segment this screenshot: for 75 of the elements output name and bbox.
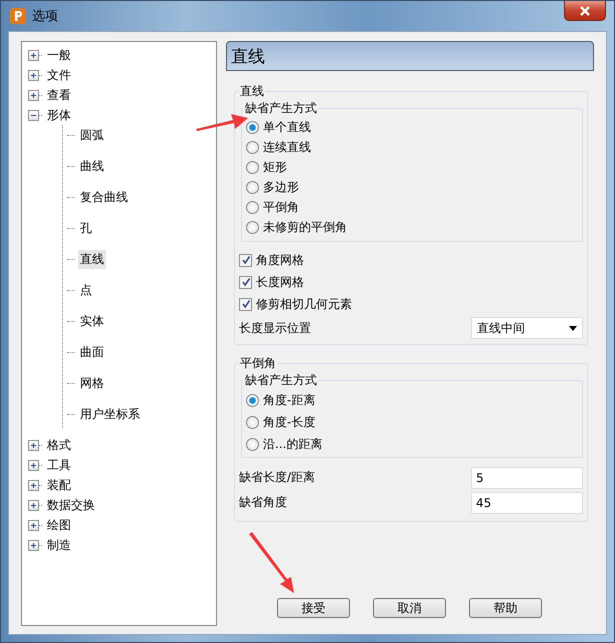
expand-icon[interactable] [28, 540, 39, 550]
expand-icon[interactable] [28, 70, 39, 80]
expand-icon[interactable] [28, 460, 39, 470]
tree-item[interactable]: 网格 [78, 374, 106, 392]
dialog-button[interactable]: 取消 [373, 598, 446, 618]
input-field[interactable]: 45 [471, 492, 583, 514]
radio-label: 连续直线 [263, 138, 311, 156]
group-title: 缺省产生方式 [244, 100, 318, 117]
tree-item[interactable]: 复合曲线 [78, 188, 130, 206]
checkbox[interactable] [239, 276, 252, 288]
expand-icon[interactable] [28, 50, 39, 60]
checkbox[interactable] [239, 254, 252, 266]
tree-item[interactable]: 格式 [45, 436, 73, 454]
tree-item[interactable]: 实体 [78, 312, 106, 330]
radio-label: 未修剪的平倒角 [263, 218, 347, 236]
annotation-arrow [196, 114, 248, 131]
field-label: 长度显示位置 [239, 320, 311, 336]
expand-icon[interactable] [28, 480, 39, 490]
radio-label: 沿...的距离 [263, 436, 322, 452]
tree-item[interactable]: 形体 [45, 106, 73, 124]
dialog-button[interactable]: 帮助 [469, 598, 542, 618]
close-button[interactable] [564, 1, 606, 21]
tree-item[interactable]: 曲面 [78, 342, 106, 362]
app-logo-icon [10, 8, 26, 24]
expand-icon[interactable] [28, 520, 39, 530]
group-title: 缺省产生方式 [244, 372, 318, 389]
panel-title: 直线 [231, 46, 265, 68]
radio-label: 角度-长度 [263, 414, 316, 430]
radio-button[interactable] [246, 160, 259, 174]
checkbox-label: 长度网格 [256, 274, 304, 290]
checkbox-label: 角度网格 [256, 252, 304, 268]
tree-item[interactable]: 点 [78, 280, 94, 300]
radio-button[interactable] [246, 200, 259, 214]
collapse-icon[interactable] [28, 110, 39, 120]
radio-label: 矩形 [263, 158, 287, 176]
checkbox-label: 修剪相切几何元素 [256, 296, 352, 312]
radio-label: 角度-距离 [263, 392, 316, 408]
annotation-arrow [249, 532, 294, 593]
tree-item[interactable]: 绘图 [45, 516, 73, 534]
radio-button[interactable] [246, 394, 259, 406]
tree-item[interactable]: 数据交换 [45, 496, 97, 514]
close-icon [579, 6, 591, 16]
tree-item[interactable]: 制造 [45, 536, 73, 554]
input-field[interactable]: 5 [471, 466, 583, 488]
tree-item[interactable]: 装配 [45, 476, 73, 494]
field-label: 缺省角度 [239, 494, 287, 511]
tree-item[interactable]: 直线 [78, 250, 106, 268]
radio-label: 多边形 [263, 178, 299, 196]
expand-icon[interactable] [28, 500, 39, 510]
group-title: 平倒角 [239, 355, 277, 372]
dialog-button[interactable]: 接受 [277, 598, 350, 618]
radio-button[interactable] [246, 140, 259, 154]
group-title: 直线 [239, 83, 265, 100]
radio-button[interactable] [246, 416, 259, 428]
checkbox[interactable] [239, 298, 252, 310]
radio-button[interactable] [246, 180, 259, 194]
radio-button[interactable] [246, 438, 259, 450]
radio-button[interactable] [246, 220, 259, 234]
tree-item[interactable]: 一般 [45, 46, 73, 64]
tree-item[interactable]: 孔 [78, 218, 94, 238]
radio-button[interactable] [246, 120, 259, 134]
radio-label: 平倒角 [263, 198, 299, 216]
tree-item[interactable]: 文件 [45, 66, 73, 84]
expand-icon[interactable] [28, 440, 39, 450]
tree-item[interactable]: 圆弧 [78, 126, 106, 144]
tree-item[interactable]: 用户坐标系 [78, 404, 142, 424]
field-label: 缺省长度/距离 [239, 469, 316, 486]
radio-label: 单个直线 [263, 118, 311, 136]
tree-item[interactable]: 查看 [45, 86, 73, 104]
dropdown-arrow-icon [569, 326, 577, 330]
window-title: 选项 [32, 8, 58, 25]
tree-item[interactable]: 曲线 [78, 156, 106, 176]
tree-item[interactable]: 工具 [45, 456, 73, 474]
expand-icon[interactable] [28, 90, 39, 100]
dropdown[interactable]: 直线中间 [471, 317, 583, 339]
